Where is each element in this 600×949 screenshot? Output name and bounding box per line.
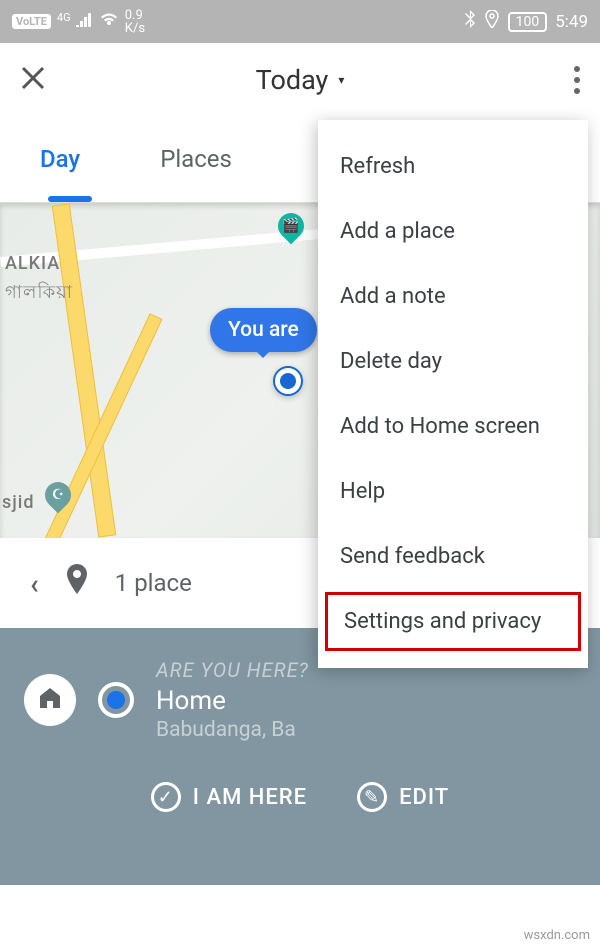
map-label-sjid: sjid (2, 492, 35, 513)
clock: 5:49 (555, 12, 588, 32)
tab-day[interactable]: Day (30, 145, 90, 173)
signal-icon: 4G (57, 11, 93, 33)
page-title: Today (256, 64, 329, 96)
status-left: VoLTE 4G 0.9 K/s (12, 9, 145, 35)
title-dropdown[interactable]: Today ▾ (256, 64, 345, 96)
menu-delete-day[interactable]: Delete day (318, 329, 588, 394)
bottom-bar (0, 885, 600, 949)
menu-add-place[interactable]: Add a place (318, 199, 588, 264)
are-you-here-label: ARE YOU HERE? (156, 658, 309, 682)
menu-add-home-screen[interactable]: Add to Home screen (318, 394, 588, 459)
poi-marker-icon[interactable]: ☪ (40, 477, 77, 514)
bluetooth-icon (464, 10, 476, 33)
status-right: 100 5:49 (464, 10, 588, 33)
tab-places[interactable]: Places (150, 145, 242, 173)
close-icon[interactable] (20, 61, 46, 99)
location-address: Babudanga, Ba (156, 718, 309, 742)
current-location-dot[interactable] (275, 368, 301, 394)
i-am-here-button[interactable]: ✓ I AM HERE (151, 782, 307, 812)
net-speed: 0.9 K/s (125, 9, 145, 35)
volte-badge: VoLTE (12, 14, 51, 29)
app-screen: VoLTE 4G 0.9 K/s 100 5:49 (0, 0, 600, 949)
more-icon[interactable] (574, 66, 580, 94)
you-are-here-pill: You are (210, 308, 317, 352)
poi-marker-icon[interactable]: 🎬 (273, 208, 310, 245)
radio-selected-icon[interactable] (98, 682, 134, 718)
menu-help[interactable]: Help (318, 459, 588, 524)
caret-down-icon: ▾ (338, 73, 344, 87)
menu-settings-privacy[interactable]: Settings and privacy (322, 589, 584, 654)
wifi-icon (99, 11, 119, 32)
status-bar: VoLTE 4G 0.9 K/s 100 5:49 (0, 0, 600, 43)
overflow-menu: Refresh Add a place Add a note Delete da… (318, 120, 588, 668)
location-text: ARE YOU HERE? Home Babudanga, Ba (156, 658, 309, 742)
check-circle-icon: ✓ (151, 782, 181, 812)
location-name: Home (156, 686, 309, 716)
pencil-circle-icon: ✎ (357, 782, 387, 812)
header: Today ▾ (0, 43, 600, 116)
place-count: 1 place (115, 569, 192, 597)
pin-icon (65, 564, 89, 602)
menu-refresh[interactable]: Refresh (318, 134, 588, 199)
location-icon (484, 10, 500, 33)
watermark: wsxdn.com (524, 928, 590, 943)
map-label-alkia: ALKIA (5, 253, 60, 274)
edit-button[interactable]: ✎ EDIT (357, 782, 449, 812)
home-icon[interactable] (24, 674, 76, 726)
menu-add-note[interactable]: Add a note (318, 264, 588, 329)
chevron-left-icon[interactable]: ‹ (30, 567, 39, 600)
menu-send-feedback[interactable]: Send feedback (318, 524, 588, 589)
map-label-alkia-sub: গালকিয়া (5, 278, 73, 309)
battery-indicator: 100 (508, 12, 548, 32)
